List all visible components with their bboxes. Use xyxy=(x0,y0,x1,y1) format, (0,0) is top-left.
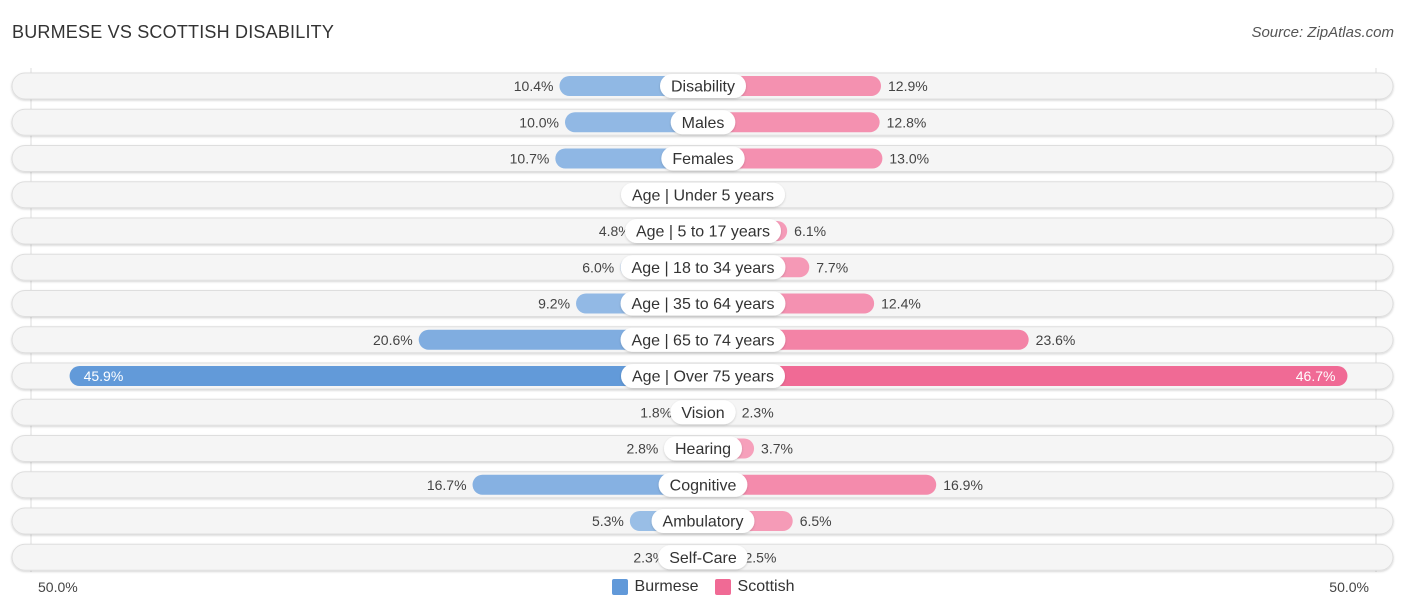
category-label: Hearing xyxy=(675,441,731,458)
chart-row: 10.0% 12.8% Males xyxy=(11,108,1394,136)
value-label-scottish: 46.7% xyxy=(1296,368,1336,384)
chart-row: 1.8% 2.3% Vision xyxy=(11,398,1394,426)
category-label: Vision xyxy=(681,405,724,422)
legend: Burmese Scottish xyxy=(0,578,1406,596)
value-label-burmese: 10.0% xyxy=(519,114,559,130)
legend-item-scottish[interactable]: Scottish xyxy=(714,578,795,596)
chart-row: 4.8% 6.1%Age | 5 to 17 years xyxy=(11,217,1394,245)
value-label-burmese: 10.4% xyxy=(514,78,554,94)
chart-row: 2.8% 3.7% Hearing xyxy=(11,435,1394,462)
value-label-scottish: 7.7% xyxy=(816,259,848,275)
legend-label-burmese: Burmese xyxy=(634,578,699,595)
bar-burmese xyxy=(69,366,713,386)
category-label: Age | 5 to 17 years xyxy=(636,224,770,241)
category-label: Age | Under 5 years xyxy=(632,187,774,204)
category-label: Age | Over 75 years xyxy=(632,369,774,386)
chart-row: 2.3% 2.5%Self-Care xyxy=(11,543,1394,571)
chart-row: 10.7% 13.0% Females xyxy=(11,145,1394,172)
value-label-scottish: 13.0% xyxy=(889,151,929,167)
value-label-scottish: 6.5% xyxy=(800,513,832,529)
value-label-scottish: 12.8% xyxy=(887,114,927,130)
chart-row: 16.7% 16.9% Cognitive xyxy=(11,471,1394,499)
value-label-burmese: 16.7% xyxy=(427,477,467,493)
category-label: Age | 35 to 64 years xyxy=(632,296,775,313)
legend-item-burmese[interactable]: Burmese xyxy=(611,578,699,596)
chart-row: 6.0% 7.7% Age | 18 to 34 years xyxy=(11,253,1394,281)
category-label: Males xyxy=(682,115,725,132)
value-label-scottish: 12.9% xyxy=(888,78,928,94)
legend-label-scottish: Scottish xyxy=(737,578,795,595)
value-label-burmese: 2.8% xyxy=(626,441,658,457)
value-label-burmese: 9.2% xyxy=(538,296,570,312)
value-label-scottish: 3.7% xyxy=(761,441,793,457)
chart-row: 45.9% 46.7% Age | Over 75 years xyxy=(11,362,1394,390)
value-label-burmese: 10.7% xyxy=(510,151,550,167)
value-label-scottish: 6.1% xyxy=(794,223,826,239)
value-label-scottish: 2.5% xyxy=(745,549,777,565)
value-label-scottish: 2.3% xyxy=(742,404,774,420)
legend-swatch-scottish xyxy=(714,579,731,595)
value-label-scottish: 16.9% xyxy=(943,477,983,493)
legend-swatch-burmese xyxy=(611,579,628,595)
value-label-scottish: 23.6% xyxy=(1036,332,1076,348)
chart-row: 9.2% 12.4% Age | 35 to 64 years xyxy=(11,290,1394,317)
chart-row: 10.4% 12.9% Disability xyxy=(11,72,1394,100)
category-label: Cognitive xyxy=(670,477,737,494)
value-label-burmese: 6.0% xyxy=(582,259,614,275)
chart-row: 20.6% 23.6% Age | 65 to 74 years xyxy=(11,326,1394,354)
value-label-burmese: 5.3% xyxy=(592,513,624,529)
chart-row: 1.1%1.6%Age | Under 5 years xyxy=(11,181,1394,209)
category-label: Age | 65 to 74 years xyxy=(632,332,775,349)
category-label: Self-Care xyxy=(669,550,737,567)
category-label: Females xyxy=(672,151,733,168)
category-label: Ambulatory xyxy=(663,514,744,531)
value-label-burmese: 1.8% xyxy=(640,404,672,420)
chart-row: 5.3% 6.5% Ambulatory xyxy=(11,507,1394,535)
value-label-burmese: 20.6% xyxy=(373,332,413,348)
value-label-scottish: 12.4% xyxy=(881,296,921,312)
chart-svg: 10.4% 12.9% Disability 10.0% 12.8% Males 10.7%… xyxy=(11,68,1394,572)
bar-scottish xyxy=(693,366,1348,386)
category-label: Disability xyxy=(671,79,735,96)
value-label-burmese: 45.9% xyxy=(84,368,124,384)
category-label: Age | 18 to 34 years xyxy=(632,260,775,277)
